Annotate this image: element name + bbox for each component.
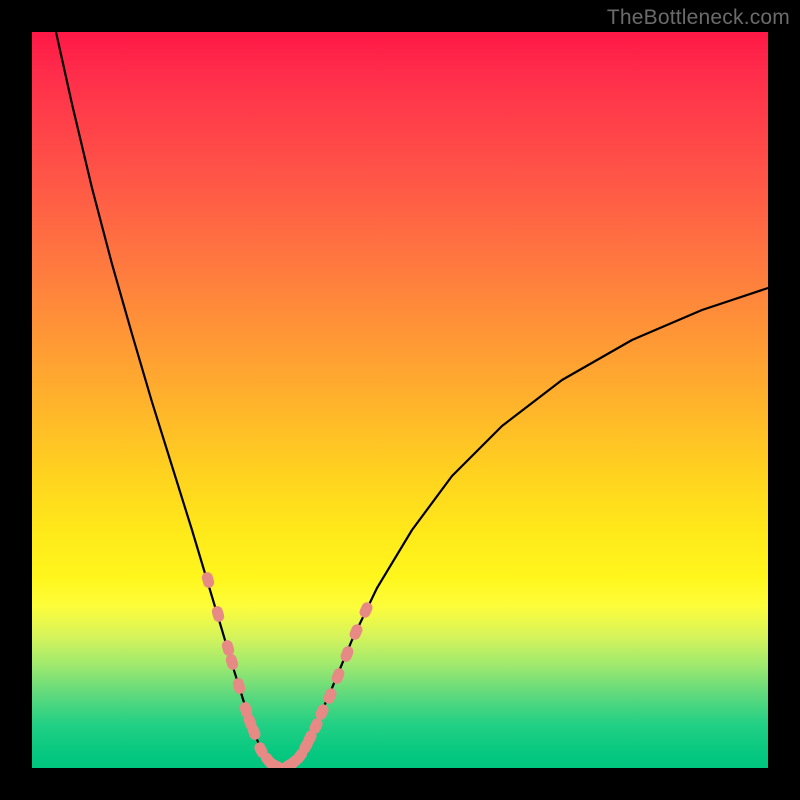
chart-svg [32, 32, 768, 768]
plot-area [32, 32, 768, 768]
left-dots-marker [220, 639, 235, 657]
outer-black-frame: TheBottleneck.com [0, 0, 800, 800]
left-dots-marker [200, 571, 215, 589]
right-dots-marker [330, 667, 346, 686]
left-dots-marker [231, 677, 246, 695]
right-dots-marker [348, 622, 364, 641]
right-dots-marker [358, 600, 375, 619]
left-curve [56, 32, 272, 766]
left-dots-marker [224, 653, 239, 671]
right-dots-marker [322, 686, 339, 705]
watermark-text: TheBottleneck.com [607, 6, 790, 30]
right-curve [292, 288, 768, 766]
left-dots-marker [210, 605, 225, 623]
right-dots-marker [339, 645, 355, 664]
